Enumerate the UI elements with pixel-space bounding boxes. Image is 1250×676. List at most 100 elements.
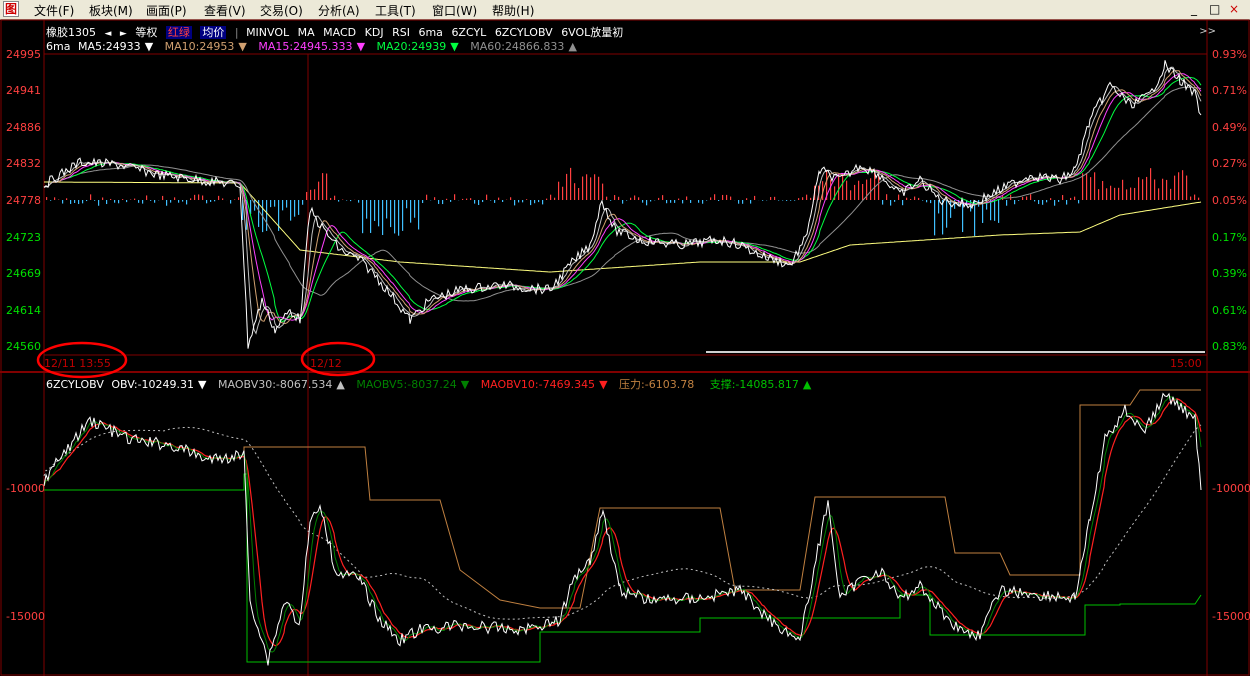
macd-bar — [526, 199, 528, 200]
macd-bar — [70, 200, 72, 204]
macd-bar — [1086, 173, 1088, 200]
macd-bar — [666, 200, 668, 204]
macd-bar — [594, 174, 596, 200]
macd-bar — [382, 200, 384, 236]
macd-bar — [422, 200, 424, 204]
date-label-mid: 12/12 — [310, 357, 342, 370]
macd-bar — [830, 179, 832, 200]
macd-bar — [182, 200, 184, 202]
macd-bar — [218, 195, 220, 200]
macd-bar — [582, 176, 584, 200]
macd-bar — [726, 194, 728, 200]
price-line — [43, 60, 1202, 349]
macd-bar — [662, 195, 664, 200]
macd-bar — [1142, 179, 1144, 200]
macd-bar — [98, 200, 100, 206]
macd-bar — [202, 195, 204, 200]
macd-bar — [774, 196, 776, 200]
macd-bar — [1082, 173, 1084, 200]
macd-bar — [398, 200, 400, 236]
macd-bar — [586, 174, 588, 200]
macd-bar — [838, 174, 840, 200]
macd-bar — [106, 200, 108, 205]
macd-bar — [162, 195, 164, 200]
price-tick-7: 24614 — [6, 304, 41, 317]
pct-tick-2: 0.49% — [1212, 121, 1247, 134]
macd-bar — [334, 195, 336, 200]
macd-bar — [50, 200, 52, 201]
macd-bar — [94, 200, 96, 201]
macd-bar — [1162, 178, 1164, 200]
pct-tick-4: 0.05% — [1212, 194, 1247, 207]
macd-bar — [118, 200, 120, 204]
macd-bar — [1194, 194, 1196, 200]
macd-bar — [510, 197, 512, 200]
macd-bar — [426, 194, 428, 200]
macd-bar — [86, 200, 88, 202]
macd-bar — [134, 198, 136, 200]
macd-bar — [370, 200, 372, 233]
macd-bar — [1034, 200, 1036, 202]
macd-bar — [74, 200, 76, 203]
macd-bar — [1006, 200, 1008, 206]
macd-bar — [138, 200, 140, 203]
macd-bar — [1122, 179, 1124, 200]
macd-bar — [1062, 195, 1064, 200]
macd-bar — [570, 167, 572, 200]
macd-bar — [1174, 175, 1176, 200]
macd-bar — [170, 200, 172, 203]
macd-bar — [1154, 179, 1156, 200]
macd-bar — [542, 200, 544, 205]
macd-bar — [1170, 188, 1172, 200]
macd-bar — [494, 200, 496, 203]
macd-bar — [730, 196, 732, 200]
macd-bar — [946, 200, 948, 228]
macd-bar — [574, 183, 576, 200]
price-tick-6: 24669 — [6, 267, 41, 280]
macd-bar — [538, 200, 540, 203]
macd-bar — [930, 200, 932, 204]
macd-bar — [738, 200, 740, 204]
macd-bar — [410, 200, 412, 223]
macd-bar — [442, 200, 444, 205]
macd-bar — [530, 200, 532, 206]
macd-bar — [1038, 200, 1040, 205]
macd-bar — [562, 186, 564, 200]
macd-bar — [634, 195, 636, 200]
macd-bar — [46, 197, 48, 200]
macd-bar — [642, 200, 644, 203]
macd-bar — [546, 198, 548, 200]
price-tick-8: 24560 — [6, 340, 41, 353]
macd-bar — [210, 200, 212, 202]
macd-bar — [402, 200, 404, 231]
macd-bar — [502, 200, 504, 202]
macd-bar — [474, 200, 476, 204]
macd-bar — [798, 198, 800, 200]
pct-tick-5: 0.17% — [1212, 231, 1247, 244]
macd-bar — [434, 197, 436, 200]
macd-bar — [282, 200, 284, 211]
obv-tick-left-1: -15000 — [6, 610, 45, 623]
macd-bar — [886, 194, 888, 200]
macd-bar — [1138, 177, 1140, 200]
macd-bar — [1074, 196, 1076, 200]
macd-bar — [314, 189, 316, 200]
macd-bar — [286, 200, 288, 208]
macd-bar — [90, 194, 92, 200]
macd-bar — [850, 190, 852, 200]
macd-bar — [54, 197, 56, 200]
macd-bar — [750, 200, 752, 204]
macd-bar — [454, 194, 456, 200]
macd-bar — [602, 183, 604, 200]
macd-bar — [1190, 196, 1192, 200]
price-tick-2: 24886 — [6, 121, 41, 134]
macd-bar — [742, 200, 744, 204]
macd-bar — [622, 200, 624, 204]
macd-bar — [1130, 187, 1132, 200]
obv-tick-left-0: -10000 — [6, 482, 45, 495]
macd-bar — [1030, 194, 1032, 200]
macd-bar — [650, 200, 652, 202]
price-tick-0: 24995 — [6, 48, 41, 61]
macd-bar — [266, 200, 268, 231]
chart-canvas[interactable] — [0, 0, 1250, 676]
